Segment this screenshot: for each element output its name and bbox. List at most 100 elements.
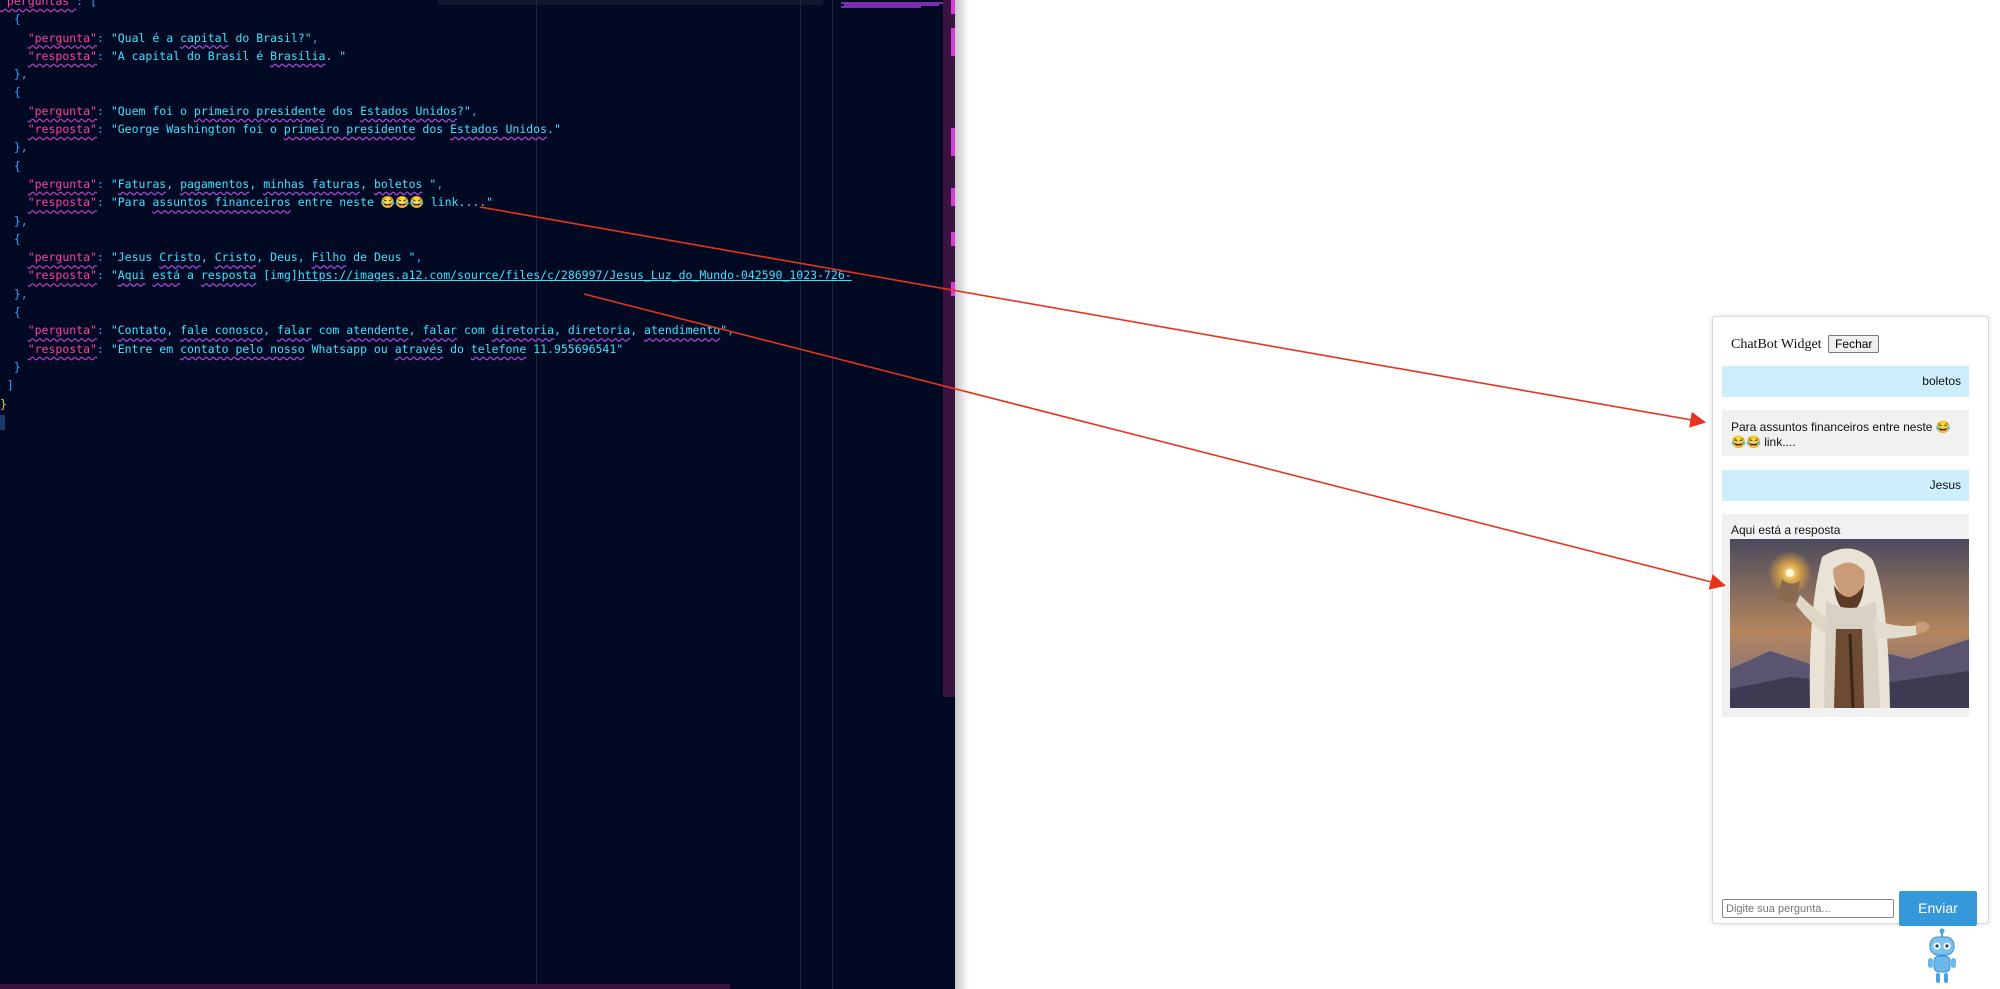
code-token: "resposta" — [27, 268, 97, 283]
question-input[interactable] — [1722, 899, 1894, 918]
code-token: , — [470, 103, 478, 118]
code-line[interactable]: "perguntas": [ — [0, 0, 852, 10]
code-token: atendente — [346, 323, 409, 338]
code-token: fale conosco — [180, 323, 264, 338]
code-token: { — [0, 85, 21, 100]
horizontal-scrollbar[interactable] — [0, 984, 730, 989]
answer-image — [1730, 539, 1969, 708]
code-token: resposta — [200, 268, 257, 283]
robot-mascot-icon[interactable] — [1924, 928, 1960, 986]
code-token: , — [263, 323, 278, 338]
code-token: : — [96, 48, 111, 63]
code-token: a — [180, 268, 201, 283]
code-token: Cristo — [214, 250, 257, 265]
code-content[interactable]: "perguntas": [ { "pergunta": "Qual é a c… — [0, 0, 852, 413]
code-token: "pergunta" — [27, 103, 97, 118]
chatbot-widget: ChatBot Widget Fechar boletos Para assun… — [1712, 316, 1989, 927]
code-editor[interactable]: "perguntas": [ { "pergunta": "Qual é a c… — [0, 0, 955, 989]
code-token: , — [360, 176, 374, 191]
code-token: , — [727, 323, 735, 338]
code-token: ." — [547, 122, 561, 137]
code-token: : — [96, 176, 111, 191]
chat-input-bar: Enviar — [1722, 891, 1980, 927]
code-line[interactable]: "pergunta": "Qual é a capital do Brasil?… — [0, 29, 852, 47]
minimap-line — [841, 6, 921, 8]
user-message-text: Jesus — [1929, 478, 1961, 492]
code-line[interactable]: } — [0, 358, 852, 376]
code-token: "resposta" — [27, 195, 97, 210]
code-token: "A capital do Brasil é — [110, 48, 271, 63]
code-token: "pergunta" — [27, 30, 97, 45]
code-token: com — [457, 323, 492, 338]
code-line[interactable]: { — [0, 303, 852, 321]
code-token: : [ — [76, 0, 97, 8]
code-line[interactable]: }, — [0, 65, 852, 83]
code-token: "pergunta" — [27, 250, 97, 265]
code-token: , Deus, — [256, 250, 312, 265]
code-line[interactable]: ] — [0, 376, 852, 394]
code-line[interactable]: "pergunta": "Jesus Cristo, Cristo, Deus,… — [0, 248, 852, 266]
bot-message: Para assuntos financeiros entre neste 😂😂… — [1722, 410, 1969, 456]
code-token: " — [110, 176, 118, 191]
close-button[interactable]: Fechar — [1828, 335, 1880, 353]
minimap[interactable] — [835, 0, 951, 989]
code-token: . " — [325, 48, 347, 63]
code-line[interactable]: "resposta": "George Washington foi o pri… — [0, 120, 852, 138]
code-line[interactable]: { — [0, 83, 852, 101]
code-token: do Brasil?" — [228, 30, 312, 45]
code-line[interactable]: "resposta": "Para assuntos financeiros e… — [0, 193, 852, 211]
code-line[interactable]: }, — [0, 138, 852, 156]
code-token: , — [415, 250, 423, 265]
code-token: "Jesus — [110, 250, 160, 265]
code-token: Brasília — [270, 48, 326, 63]
code-token: "Quem foi o — [110, 103, 194, 118]
code-token: entre neste 😂😂😂 link...." — [290, 195, 494, 210]
code-token: primeiro presidente — [193, 103, 326, 118]
bot-message-text: Aqui está a resposta — [1731, 523, 1841, 537]
code-line[interactable]: { — [0, 10, 852, 28]
code-line[interactable]: "pergunta": "Quem foi o primeiro preside… — [0, 102, 852, 120]
code-token: diretoria — [567, 323, 631, 338]
code-token: minhas faturas — [263, 176, 361, 191]
code-line[interactable]: "resposta": "Aqui está a resposta [img]h… — [0, 266, 852, 284]
code-token: : — [96, 30, 111, 45]
code-token: 11.955696541" — [526, 341, 624, 356]
code-token: assuntos financeiros — [152, 195, 291, 210]
send-button[interactable]: Enviar — [1899, 891, 1977, 926]
code-line[interactable]: }, — [0, 212, 852, 230]
code-line[interactable]: { — [0, 230, 852, 248]
bot-message-text: Para assuntos financeiros entre neste 😂😂… — [1731, 420, 1951, 449]
code-token: "pergunta" — [27, 176, 97, 191]
code-line[interactable]: { — [0, 157, 852, 175]
user-message: Jesus — [1722, 470, 1969, 501]
code-token: dos — [415, 122, 451, 137]
code-token: , — [200, 250, 215, 265]
code-token: dos — [325, 103, 361, 118]
code-token: de Deus " — [346, 250, 416, 265]
code-token: através — [394, 341, 444, 356]
code-line[interactable]: "pergunta": "Faturas, pagamentos, minhas… — [0, 175, 852, 193]
code-line[interactable]: } — [0, 395, 852, 413]
code-token: , — [311, 30, 319, 45]
code-line[interactable]: "resposta": "Entre em contato pelo nosso… — [0, 340, 852, 358]
user-message-text: boletos — [1922, 374, 1961, 388]
code-token: boletos — [373, 176, 423, 191]
code-line[interactable]: "resposta": "A capital do Brasil é Brasí… — [0, 47, 852, 65]
code-token: primeiro presidente — [283, 122, 416, 137]
code-line[interactable]: "pergunta": "Contato, fale conosco, fala… — [0, 321, 852, 339]
code-token: telefone — [470, 341, 527, 356]
pane-divider-shadow — [955, 0, 969, 989]
code-token: capital — [180, 30, 229, 45]
code-token: com — [311, 323, 347, 338]
code-token: { — [0, 12, 21, 27]
code-line[interactable]: }, — [0, 285, 852, 303]
code-token: "pergunta" — [27, 323, 97, 338]
code-token: Cristo — [159, 250, 201, 265]
code-token: }, — [0, 286, 28, 301]
code-token: : — [96, 323, 111, 338]
vertical-scrollbar[interactable] — [943, 0, 955, 697]
